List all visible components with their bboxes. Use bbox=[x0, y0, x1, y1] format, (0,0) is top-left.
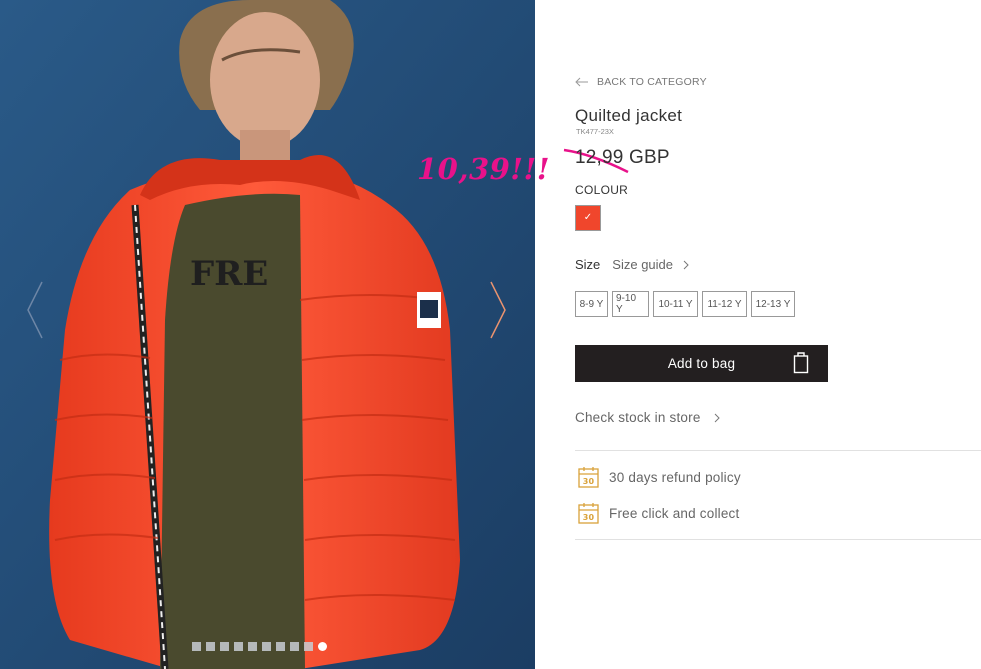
gallery-dot[interactable] bbox=[248, 642, 257, 651]
colour-label: COLOUR bbox=[575, 183, 629, 197]
product-gallery: FRE bbox=[0, 0, 535, 669]
previous-image-arrow[interactable] bbox=[24, 280, 46, 340]
size-option[interactable]: 8-9 Y bbox=[575, 291, 608, 317]
product-price: 12,99 GBP bbox=[575, 147, 670, 168]
chevron-right-icon bbox=[714, 413, 720, 422]
gallery-dot-active[interactable] bbox=[318, 642, 327, 651]
arrow-left-icon bbox=[575, 77, 588, 87]
gallery-pagination bbox=[192, 642, 327, 651]
check-icon: ✓ bbox=[583, 212, 593, 223]
size-option[interactable]: 10-11 Y bbox=[653, 291, 698, 317]
gallery-dot[interactable] bbox=[192, 642, 201, 651]
product-title: Quilted jacket bbox=[575, 106, 683, 125]
perk-label: Free click and collect bbox=[609, 505, 740, 521]
size-guide-label: Size guide bbox=[612, 257, 674, 272]
check-stock-label: Check stock in store bbox=[575, 410, 701, 425]
gallery-dot[interactable] bbox=[220, 642, 229, 651]
check-stock-link[interactable]: Check stock in store bbox=[575, 410, 720, 425]
size-guide-link[interactable]: Size guide bbox=[612, 257, 689, 272]
divider bbox=[575, 539, 981, 540]
calendar-30-icon: 30 bbox=[578, 467, 599, 488]
gallery-dot[interactable] bbox=[276, 642, 285, 651]
next-image-arrow[interactable] bbox=[487, 280, 509, 340]
perk-refund: 30 30 days refund policy bbox=[578, 466, 741, 488]
size-options: 8-9 Y 9-10 Y 10-11 Y 11-12 Y 12-13 Y bbox=[575, 291, 795, 317]
gallery-dot[interactable] bbox=[206, 642, 215, 651]
gallery-dot[interactable] bbox=[290, 642, 299, 651]
product-info-panel: BACK TO CATEGORY Quilted jacket TK477-23… bbox=[575, 0, 981, 669]
size-option[interactable]: 11-12 Y bbox=[702, 291, 747, 317]
calendar-30-icon: 30 bbox=[578, 503, 599, 524]
shopping-bag-icon bbox=[793, 352, 809, 374]
size-option[interactable]: 9-10 Y bbox=[612, 291, 649, 317]
product-photo: FRE bbox=[0, 0, 535, 669]
back-to-category-link[interactable]: BACK TO CATEGORY bbox=[575, 76, 707, 88]
price-annotation: 10,39!!! bbox=[417, 152, 550, 186]
gallery-dot[interactable] bbox=[304, 642, 313, 651]
product-sku: TK477-23X bbox=[576, 127, 614, 136]
perk-click-collect: 30 Free click and collect bbox=[578, 502, 739, 524]
colour-swatch-red[interactable]: ✓ bbox=[575, 205, 601, 231]
add-to-bag-label: Add to bag bbox=[667, 356, 736, 371]
svg-text:FRE: FRE bbox=[190, 254, 268, 294]
svg-text:30: 30 bbox=[583, 477, 595, 486]
chevron-right-icon bbox=[683, 260, 689, 269]
divider bbox=[575, 450, 981, 451]
gallery-dot[interactable] bbox=[234, 642, 243, 651]
perk-label: 30 days refund policy bbox=[609, 469, 741, 485]
size-header: Size Size guide bbox=[575, 257, 689, 272]
add-to-bag-button[interactable]: Add to bag bbox=[575, 345, 828, 382]
size-option[interactable]: 12-13 Y bbox=[751, 291, 795, 317]
svg-text:30: 30 bbox=[583, 513, 595, 522]
gallery-dot[interactable] bbox=[262, 642, 271, 651]
size-label: Size bbox=[575, 257, 601, 272]
back-to-category-label: BACK TO CATEGORY bbox=[597, 76, 707, 88]
